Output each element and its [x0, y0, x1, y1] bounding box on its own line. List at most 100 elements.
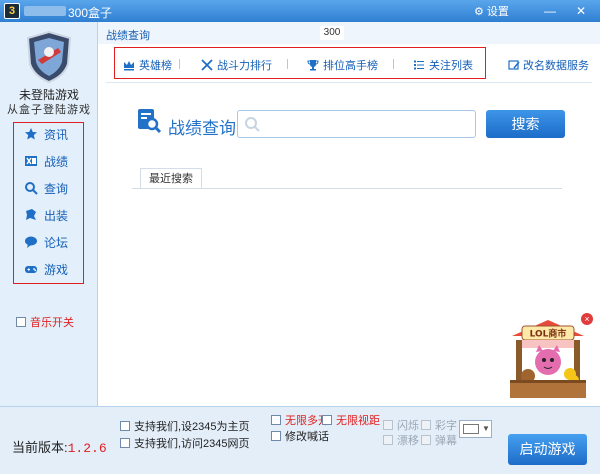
close-button[interactable]: ✕: [573, 3, 589, 19]
sidebar-item-forum[interactable]: 论坛: [24, 232, 68, 252]
app-logo: 3: [4, 3, 20, 19]
settings-button[interactable]: ⚙ 设置: [474, 3, 509, 19]
search-button[interactable]: 搜索: [486, 110, 565, 138]
main-window: 未登陆游戏 从盒子登陆游戏 资讯 战绩 查询 出装 论坛 游戏 音乐开关 战绩查…: [0, 22, 600, 474]
window-title: 300盒子: [68, 6, 113, 20]
rank-tabs: 英雄榜 战斗力排行 排位高手榜 关注列表: [114, 47, 486, 79]
scroll-label: 漂移: [397, 435, 419, 447]
unlimited-view-checkbox[interactable]: [322, 415, 332, 425]
scroll-checkbox[interactable]: [383, 435, 393, 445]
sidebar-item-label: 战绩: [44, 154, 69, 169]
title-bar: 3 300盒子 ⚙ 设置 — ✕: [0, 0, 600, 22]
sidebar-item-news[interactable]: 资讯: [24, 124, 68, 144]
tab-label: 英雄榜: [139, 60, 172, 72]
support-visit-label: 支持我们,访问2345网页: [134, 438, 250, 450]
content-panel: 战绩查询 300 英雄榜 战斗力排行 排位高手榜 关注列表 改名数据服务 战绩查…: [98, 22, 600, 406]
gamepad-icon: [25, 266, 37, 273]
color-text-checkbox[interactable]: [421, 420, 431, 430]
tab-label: 关注列表: [429, 60, 473, 72]
sidebar-item-equipment[interactable]: 出装: [24, 205, 68, 225]
flash-checkbox[interactable]: [383, 420, 393, 430]
support-homepage-label: 支持我们,设2345为主页: [134, 421, 250, 433]
list-icon: [414, 60, 424, 70]
divider: [106, 82, 592, 83]
tab-power-ranking[interactable]: 战斗力排行: [201, 57, 272, 73]
support-visit-option[interactable]: 支持我们,访问2345网页: [120, 435, 250, 451]
login-hint: 从盒子登陆游戏: [7, 104, 91, 116]
color-text-label: 彩字: [435, 420, 457, 432]
search-input[interactable]: [264, 114, 469, 134]
avatar-shield-icon: [26, 30, 72, 84]
tab-label: 排位高手榜: [323, 60, 378, 72]
tab-ranked-masters[interactable]: 排位高手榜: [307, 57, 378, 73]
tab-hero-ranking[interactable]: 英雄榜: [123, 57, 172, 73]
support-homepage-checkbox[interactable]: [120, 421, 130, 431]
tab-divider: [179, 59, 180, 69]
crossed-swords-icon: [201, 59, 213, 71]
tab-label: 战斗力排行: [217, 60, 272, 72]
version-label: 当前版本:: [12, 440, 68, 455]
barrage-checkbox[interactable]: [421, 435, 431, 445]
trophy-icon: [307, 60, 319, 71]
minimize-button[interactable]: —: [542, 3, 558, 19]
sidebar-item-label: 论坛: [44, 235, 69, 250]
excel-icon: [25, 156, 37, 166]
unlimited-view-option[interactable]: 无限视距: [322, 412, 380, 428]
flash-option[interactable]: 闪烁: [383, 417, 419, 433]
lol-shop-ad[interactable]: LOL商市: [508, 318, 588, 402]
modify-shout-label: 修改喊话: [285, 431, 329, 443]
bottom-bar: 当前版本:1.2.6 支持我们,设2345为主页 支持我们,访问2345网页 无…: [0, 406, 600, 474]
blurred-app-name: [24, 6, 66, 16]
shop-sign: LOL商市: [530, 328, 567, 340]
support-homepage-option[interactable]: 支持我们,设2345为主页: [120, 418, 250, 434]
version-number: 1.2.6: [67, 441, 107, 456]
unlimited-multi-checkbox[interactable]: [271, 415, 281, 425]
search-box: [237, 110, 476, 138]
divider: [132, 188, 562, 189]
support-visit-checkbox[interactable]: [120, 438, 130, 448]
tab-divider: [287, 59, 288, 69]
search-icon: [25, 182, 38, 195]
sidebar-item-record[interactable]: 战绩: [24, 151, 68, 171]
sidebar-nav: 资讯 战绩 查询 出装 论坛 游戏: [13, 122, 84, 284]
chevron-down-icon: ▼: [482, 424, 490, 433]
tab-recent-search[interactable]: 最近搜索: [140, 168, 202, 189]
search-icon: [245, 117, 260, 132]
tab-divider: [393, 59, 394, 69]
unlimited-view-label: 无限视距: [336, 415, 380, 427]
rename-icon: [508, 60, 520, 70]
unlimited-multi-option[interactable]: 无限多开: [271, 412, 329, 428]
sidebar-item-game[interactable]: 游戏: [24, 259, 68, 279]
version-info: 当前版本:1.2.6: [12, 437, 107, 456]
music-checkbox[interactable]: [16, 317, 26, 327]
color-text-option[interactable]: 彩字: [421, 417, 457, 433]
crown-icon: [124, 61, 134, 71]
scroll-option[interactable]: 漂移: [383, 432, 419, 448]
sidebar-item-query[interactable]: 查询: [24, 178, 68, 198]
color-picker[interactable]: ▼: [459, 420, 492, 438]
breadcrumb: 战绩查询: [106, 30, 150, 42]
tab-follow-list[interactable]: 关注列表: [413, 57, 473, 73]
flash-label: 闪烁: [397, 420, 419, 432]
modify-shout-option[interactable]: 修改喊话: [271, 428, 329, 444]
sidebar-item-label: 查询: [44, 181, 69, 196]
record-search-icon: [138, 109, 162, 134]
color-swatch: [463, 424, 479, 434]
barrage-label: 弹幕: [435, 435, 457, 447]
music-toggle[interactable]: 音乐开关: [16, 314, 74, 330]
sidebar-item-label: 出装: [44, 208, 69, 223]
sidebar-item-label: 资讯: [44, 127, 69, 142]
launch-game-button[interactable]: 启动游戏: [508, 434, 587, 465]
sidebar: 未登陆游戏 从盒子登陆游戏 资讯 战绩 查询 出装 论坛 游戏 音乐开关: [0, 22, 98, 406]
rename-service-label: 改名数据服务: [523, 60, 589, 72]
chat-bubble-icon: [25, 236, 37, 248]
equipment-icon: [26, 209, 36, 220]
barrage-option[interactable]: 弹幕: [421, 432, 457, 448]
sidebar-item-label: 游戏: [44, 262, 69, 277]
music-toggle-label: 音乐开关: [30, 317, 74, 329]
rename-service-link[interactable]: 改名数据服务: [508, 57, 589, 73]
breadcrumb-strip: 战绩查询 300: [98, 22, 600, 44]
star-icon: [25, 128, 37, 140]
modify-shout-checkbox[interactable]: [271, 431, 281, 441]
search-title: 战绩查询: [168, 119, 236, 138]
